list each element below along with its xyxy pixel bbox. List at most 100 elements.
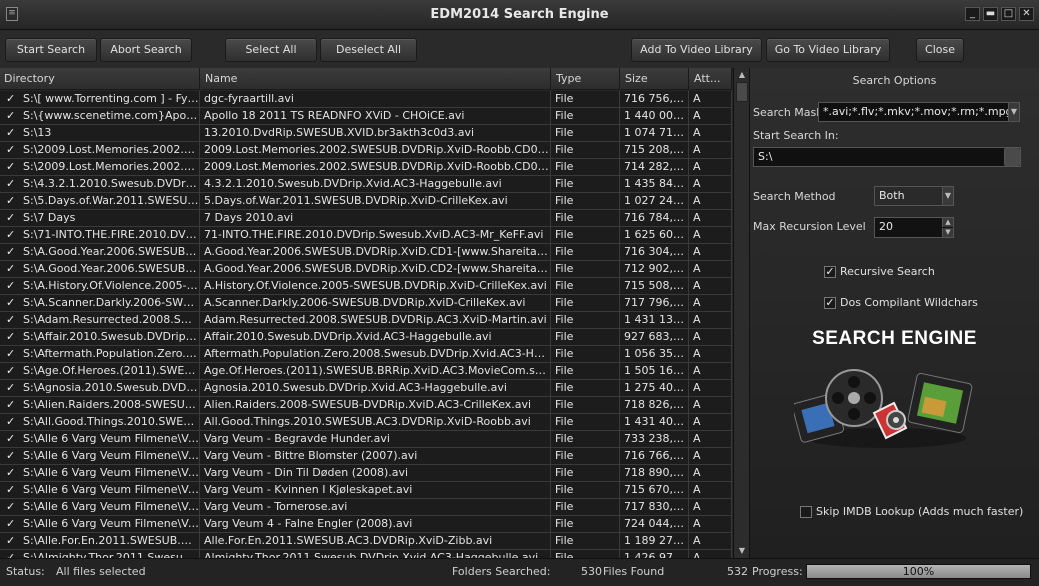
close-button[interactable]: Close [916,38,964,62]
skip-imdb-check-icon[interactable] [800,506,812,518]
deselect-all-button[interactable]: Deselect All [320,38,417,62]
table-row[interactable]: ✓ S:\5.Days.of.War.2011.SWESUB.... 5.Days.… [0,193,732,210]
scroll-up-icon[interactable]: ▲ [734,68,749,82]
column-header-name[interactable]: Name [201,68,551,90]
table-row[interactable]: ✓ S:\A.Scanner.Darkly.2006-SWESU... A.Scan… [0,295,732,312]
row-check-icon[interactable]: ✓ [6,433,18,445]
underscore-icon[interactable]: _ [965,7,980,21]
table-row[interactable]: ✓S:\Alle 6 Varg Veum Filmene\Varg ...Var… [0,516,732,533]
table-row[interactable]: ✓S:\Alle 6 Varg Veum Filmene\Varg ...Var… [0,499,732,516]
status-value: All files selected [56,565,146,578]
row-check-icon[interactable]: ✓ [6,399,18,411]
row-check-icon[interactable]: ✓ [6,535,18,547]
table-row[interactable]: ✓ S:\2009.Lost.Memories.2002.SWE... 2009.L… [0,159,732,176]
scroll-down-icon[interactable]: ▼ [734,544,749,558]
row-check-icon[interactable]: ✓ [6,416,18,428]
cell-directory: S:\Alle 6 Varg Veum Filmene\Varg ... [20,465,200,482]
results-grid: Directory Name Type Size Att... ✓ S:\[ ww… [0,68,750,558]
row-check-icon[interactable]: ✓ [6,365,18,377]
search-mask-input[interactable]: *.avi;*.flv;*.mkv;*.mov;*.rm;*.mpg;*. [818,102,1020,122]
cell-attributes: A [690,482,732,499]
start-search-in-input[interactable]: S:\ [753,147,1021,167]
abort-search-button[interactable]: Abort Search [100,38,192,62]
table-row[interactable]: ✓ S:\13 13.2010.DvdRip.SWESUB.XVID.br3akth… [0,125,732,142]
vertical-scrollbar[interactable]: ▲ ▼ [733,68,749,558]
table-row[interactable]: ✓ S:\A.Good.Year.2006.SWESUB.D... A.Good.Y… [0,244,732,261]
row-check-icon[interactable]: ✓ [6,144,18,156]
row-check-icon[interactable]: ✓ [6,263,18,275]
row-check-icon[interactable]: ✓ [6,110,18,122]
column-header-directory[interactable]: Directory [0,68,200,90]
go-to-video-library-button[interactable]: Go To Video Library [766,38,890,62]
column-header-size[interactable]: Size [621,68,689,90]
cell-attributes: A [690,465,732,482]
table-row[interactable]: ✓ S:\Alle.For.En.2011.SWESUB.AC3... Alle.F… [0,533,732,550]
table-row[interactable]: ✓ S:\Aftermath.Population.Zero.200... Afte… [0,346,732,363]
table-row[interactable]: ✓ S:\Age.Of.Heroes.(2011).SWESUB... Age.Of… [0,363,732,380]
row-check-icon[interactable]: ✓ [6,297,18,309]
row-check-icon[interactable]: ✓ [6,518,18,530]
cell-size: 1 027 242,... [621,193,689,210]
row-check-icon[interactable]: ✓ [6,467,18,479]
table-row[interactable]: ✓S:\Alle 6 Varg Veum Filmene\Varg ...Var… [0,448,732,465]
row-check-icon[interactable]: ✓ [6,161,18,173]
table-row[interactable]: ✓ S:\A.History.Of.Violence.2005-S... A.His… [0,278,732,295]
table-row[interactable]: ✓S:\All.Good.Things.2010.SWESUB....All.G… [0,414,732,431]
spin-down-icon[interactable]: ▼ [942,228,953,237]
row-check-icon[interactable]: ✓ [6,331,18,343]
column-header-type[interactable]: Type [552,68,620,90]
table-row[interactable]: ✓ S:\Agnosia.2010.Swesub.DVDrip.... Agnosi… [0,380,732,397]
row-check-icon[interactable]: ✓ [6,314,18,326]
add-to-video-library-button[interactable]: Add To Video Library [631,38,762,62]
start-search-button[interactable]: Start Search [5,38,97,62]
cell-attributes: A [690,448,732,465]
dos-wildchars-checkbox[interactable]: ✓ Dos Compilant Wildchars [824,296,978,309]
row-check-icon[interactable]: ✓ [6,348,18,360]
row-check-icon[interactable]: ✓ [6,280,18,292]
maximize-icon[interactable]: □ [1001,7,1016,21]
table-row[interactable]: ✓ S:\Alien.Raiders.2008-SWESUB-D... Alien.… [0,397,732,414]
cell-name: A.Good.Year.2006.SWESUB.DVDRip.XviD.CD1-… [201,244,551,261]
row-check-icon[interactable]: ✓ [6,178,18,190]
row-check-icon[interactable]: ✓ [6,450,18,462]
dos-wildchars-check-icon[interactable]: ✓ [824,297,836,309]
skip-imdb-checkbox[interactable]: Skip IMDB Lookup (Adds much faster) [800,505,1023,518]
table-row[interactable]: ✓ S:\2009.Lost.Memories.2002.SWE... 2009.L… [0,142,732,159]
table-row[interactable]: ✓ S:\Affair.2010.Swesub.DVDrip.Xvi... Affa… [0,329,732,346]
table-row[interactable]: ✓ S:\Almighty.Thor.2011.Swesub.D... Almigh… [0,550,732,558]
recursive-search-checkbox[interactable]: ✓ Recursive Search [824,265,935,278]
row-check-icon[interactable]: ✓ [6,127,18,139]
table-row[interactable]: ✓S:\Alle 6 Varg Veum Filmene\Varg ...Var… [0,431,732,448]
row-check-icon[interactable]: ✓ [6,382,18,394]
row-check-icon[interactable]: ✓ [6,484,18,496]
search-method-dropdown-icon[interactable]: ▼ [942,187,953,205]
search-mask-dropdown-icon[interactable]: ▼ [1008,103,1019,121]
cell-attributes: A [690,550,732,558]
row-check-icon[interactable]: ✓ [6,195,18,207]
spin-up-icon[interactable]: ▲ [942,218,953,227]
table-row[interactable]: ✓S:\Alle 6 Varg Veum Filmene\Varg ...Var… [0,482,732,499]
browse-folder-button[interactable] [1004,148,1020,166]
table-row[interactable]: ✓ S:\7 Days 7 Days 2010.avi File 716 784,0..… [0,210,732,227]
table-row[interactable]: ✓ S:\4.3.2.1.2010.Swesub.DVDrip.X... 4.3.2… [0,176,732,193]
cell-size: 715 670,0... [621,482,689,499]
table-row[interactable]: ✓ S:\71-INTO.THE.FIRE.2010.DVDri... 71-INT… [0,227,732,244]
scroll-thumb[interactable] [736,82,748,102]
status-bar: Status: All files selected Folders Searc… [0,558,1039,586]
recursive-search-check-icon[interactable]: ✓ [824,266,836,278]
close-icon[interactable]: ✕ [1019,7,1034,21]
minimize-icon[interactable]: ▬ [983,7,998,21]
table-row[interactable]: ✓ S:\Adam.Resurrected.2008.SWES... Adam.Re… [0,312,732,329]
row-check-icon[interactable]: ✓ [6,93,18,105]
table-row[interactable]: ✓ S:\[ www.Torrenting.com ] - Fyra... dgc-… [0,91,732,108]
cell-type: File [552,278,620,295]
row-check-icon[interactable]: ✓ [6,501,18,513]
table-row[interactable]: ✓ S:\A.Good.Year.2006.SWESUB.D... A.Good.Y… [0,261,732,278]
row-check-icon[interactable]: ✓ [6,229,18,241]
row-check-icon[interactable]: ✓ [6,246,18,258]
select-all-button[interactable]: Select All [225,38,317,62]
table-row[interactable]: ✓S:\Alle 6 Varg Veum Filmene\Varg ...Var… [0,465,732,482]
column-header-attributes[interactable]: Att... [690,68,732,90]
table-row[interactable]: ✓S:\{www.scenetime.com}Apollo 1...Apollo… [0,108,732,125]
row-check-icon[interactable]: ✓ [6,212,18,224]
